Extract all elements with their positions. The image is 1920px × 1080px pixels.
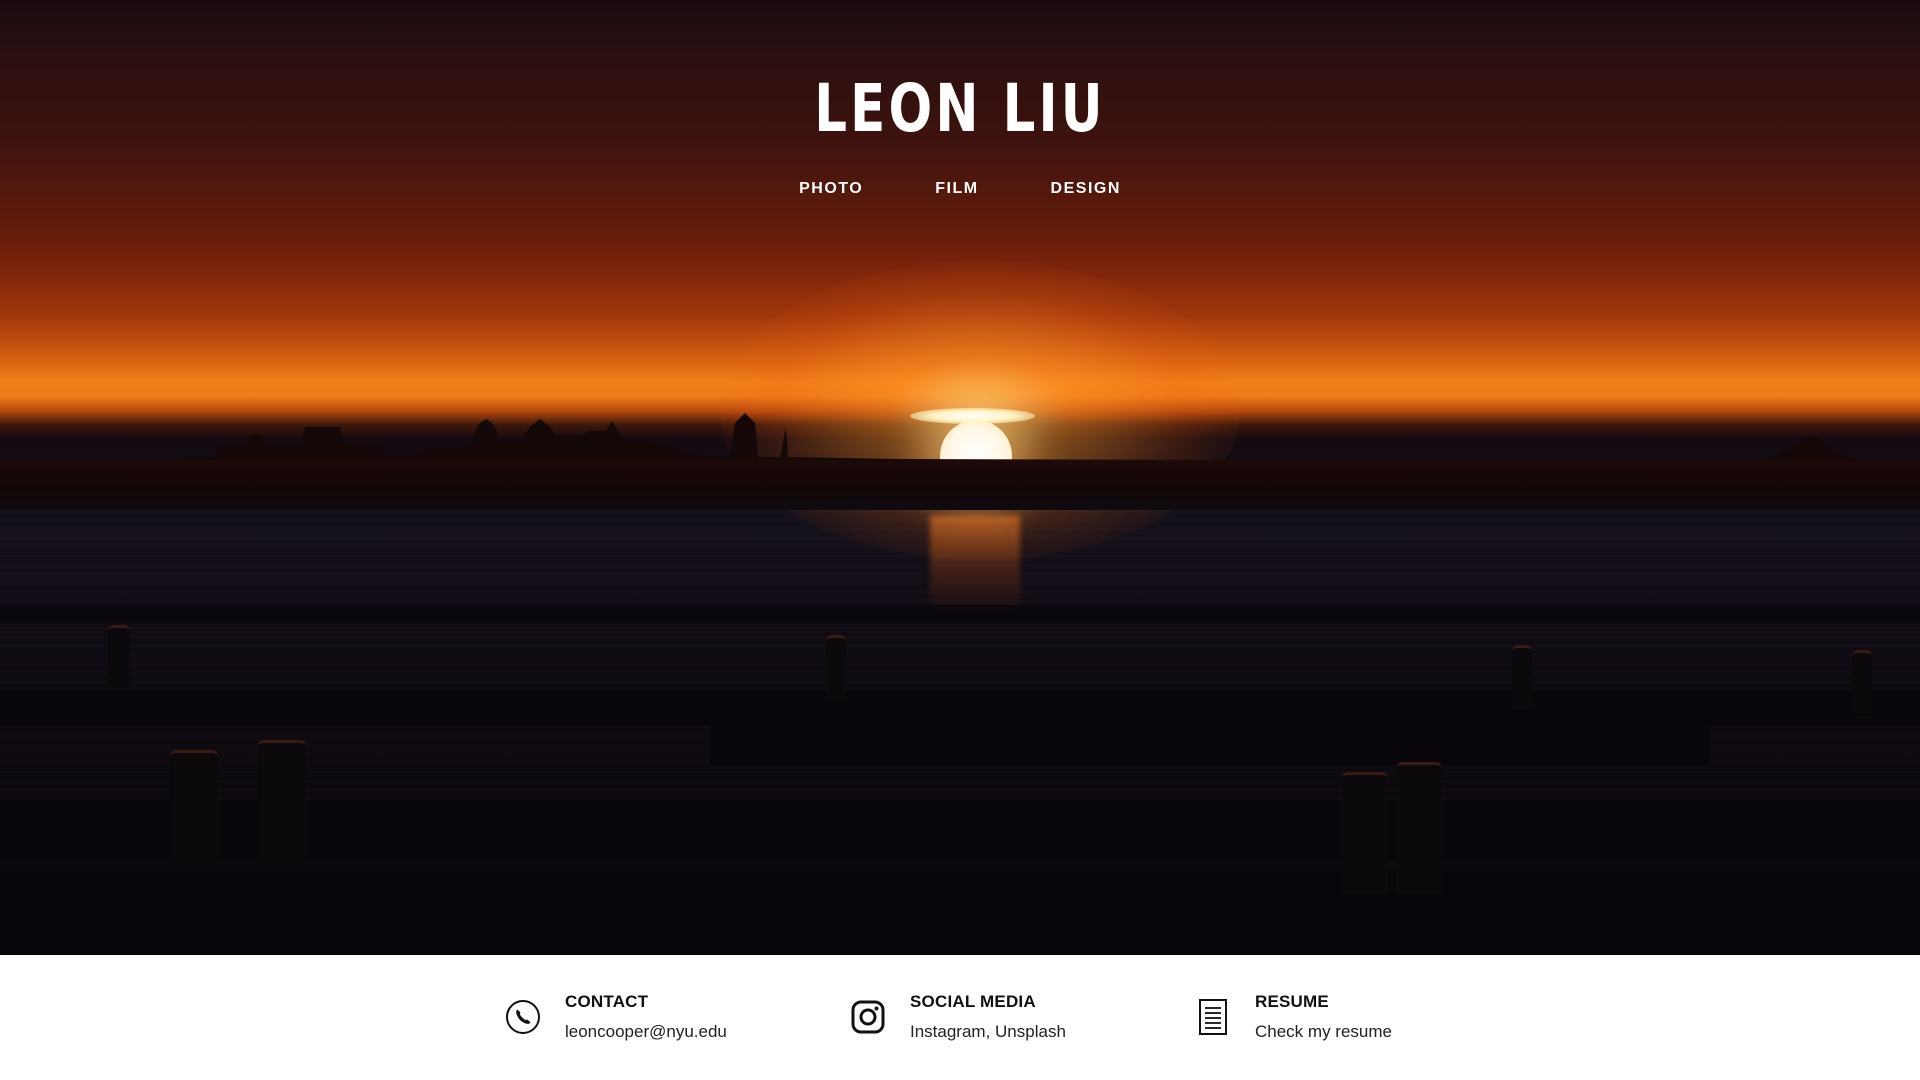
dock-post: [1512, 645, 1532, 708]
dock-post: [170, 750, 218, 863]
dock-post: [1342, 772, 1388, 895]
contact-label: CONTACT: [565, 992, 649, 1011]
nav-film-link[interactable]: FILM: [935, 180, 978, 198]
resume-block[interactable]: RESUME Check my resume: [1193, 991, 1392, 1043]
dock-post: [826, 635, 846, 698]
dock-post: [258, 740, 306, 863]
resume-link[interactable]: Check my resume: [1255, 1021, 1392, 1043]
pier: [0, 605, 1920, 623]
dock-post: [1852, 650, 1872, 713]
horizon-shoreline: [0, 460, 1920, 510]
contact-email[interactable]: leoncooper@nyu.edu: [565, 1021, 727, 1043]
social-media-label: SOCIAL MEDIA: [910, 992, 1036, 1011]
hero-sunset-background: LEON LIU PHOTO FILM DESIGN: [0, 0, 1920, 955]
dock-post: [1396, 762, 1442, 895]
dock-post: [108, 625, 130, 688]
document-icon: [1193, 997, 1233, 1037]
main-nav: PHOTO FILM DESIGN: [0, 180, 1920, 198]
site-title: LEON LIU: [814, 70, 1106, 147]
resume-label: RESUME: [1255, 992, 1329, 1011]
social-media-block[interactable]: SOCIAL MEDIA Instagram, Unsplash: [848, 991, 1066, 1043]
phone-icon: [503, 997, 543, 1037]
contact-block[interactable]: CONTACT leoncooper@nyu.edu: [503, 991, 727, 1043]
sun-reflection: [930, 515, 1020, 615]
pier: [710, 710, 1710, 765]
instagram-icon: [848, 997, 888, 1037]
nav-design-link[interactable]: DESIGN: [1051, 180, 1121, 198]
nav-photo-link[interactable]: PHOTO: [799, 180, 863, 198]
footer-info-bar: CONTACT leoncooper@nyu.edu SOCIAL MEDIA …: [0, 955, 1920, 1080]
social-media-links[interactable]: Instagram, Unsplash: [910, 1021, 1066, 1043]
pier: [0, 870, 1920, 955]
